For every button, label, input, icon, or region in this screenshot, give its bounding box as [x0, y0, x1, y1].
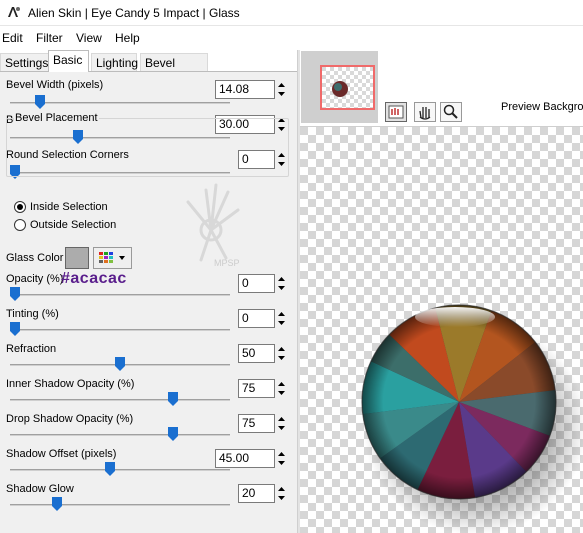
bevel-width-slider-thumb[interactable] — [35, 95, 46, 109]
svg-text:MPSP: MPSP — [214, 258, 240, 268]
radio-inside-label[interactable]: Inside Selection — [30, 201, 108, 213]
spin-up-icon[interactable] — [275, 379, 288, 388]
shadow-offset-label: Shadow Offset (pixels) — [6, 448, 117, 460]
opacity-label: Opacity (%) — [6, 273, 64, 285]
inner-shadow-opacity-slider-thumb[interactable] — [167, 392, 178, 406]
opacity-spinner[interactable] — [275, 274, 288, 293]
refraction-spinner[interactable] — [275, 344, 288, 363]
menu-filter[interactable]: Filter — [36, 31, 63, 45]
tab-basic[interactable]: Basic — [48, 50, 89, 72]
menu-bar: Edit Filter View Help — [0, 27, 583, 49]
inner-shadow-opacity-label: Inner Shadow Opacity (%) — [6, 378, 135, 390]
bevel-width-label: Bevel Width (pixels) — [6, 79, 104, 91]
drop-shadow-opacity-slider-thumb[interactable] — [167, 427, 178, 441]
refraction-label: Refraction — [6, 343, 57, 355]
magnify-icon — [443, 104, 458, 119]
drop-shadow-opacity-label: Drop Shadow Opacity (%) — [6, 413, 134, 425]
inner-shadow-opacity-spinner[interactable] — [275, 379, 288, 398]
app-icon — [6, 4, 22, 20]
pan-tool-button[interactable] — [414, 102, 436, 122]
bevel-placement-group — [6, 118, 289, 177]
menu-edit[interactable]: Edit — [2, 31, 23, 45]
spin-down-icon[interactable] — [275, 354, 288, 363]
spin-up-icon[interactable] — [275, 344, 288, 353]
bevel-placement-title: Bevel Placement — [14, 112, 99, 124]
shadow-glow-label: Shadow Glow — [6, 483, 74, 495]
shadow-offset-slider-track[interactable] — [10, 469, 230, 471]
color-grid-icon — [99, 252, 125, 263]
shadow-glow-slider-track[interactable] — [10, 504, 230, 506]
drop-shadow-opacity-slider-track[interactable] — [10, 434, 230, 436]
shadow-glow-input[interactable]: 20 — [238, 484, 275, 503]
spin-down-icon[interactable] — [275, 90, 288, 99]
shadow-glow-spinner[interactable] — [275, 484, 288, 503]
pan-hand-icon — [419, 107, 431, 120]
bevel-width-input[interactable]: 14.08 — [215, 80, 275, 99]
spin-down-icon[interactable] — [275, 389, 288, 398]
spin-up-icon[interactable] — [275, 414, 288, 423]
tinting-label: Tinting (%) — [6, 308, 59, 320]
tinting-slider-thumb[interactable] — [10, 322, 20, 336]
spin-down-icon[interactable] — [275, 494, 288, 503]
tab-settings[interactable]: Settings — [0, 53, 49, 72]
spin-up-icon[interactable] — [275, 484, 288, 493]
zoom-tool-button[interactable] — [440, 102, 462, 122]
settings-tabs: Settings Basic Lighting Bevel Profile — [0, 50, 298, 84]
tinting-spinner[interactable] — [275, 309, 288, 328]
drop-shadow-opacity-input[interactable]: 75 — [238, 414, 275, 433]
refraction-slider-thumb[interactable] — [115, 357, 125, 371]
radio-inside-selection[interactable] — [14, 201, 26, 213]
hand-watermark-icon: MPSP — [186, 183, 240, 268]
navigator-thumbnail[interactable] — [320, 65, 375, 110]
preview-background-label[interactable]: Preview Backgro — [501, 101, 583, 113]
spin-up-icon[interactable] — [275, 309, 288, 318]
menu-view[interactable]: View — [76, 31, 102, 45]
spin-down-icon[interactable] — [275, 284, 288, 293]
hand-eye-icon — [388, 105, 404, 119]
opacity-slider-thumb[interactable] — [10, 287, 20, 301]
drop-shadow-opacity-spinner[interactable] — [275, 414, 288, 433]
radio-outside-label[interactable]: Outside Selection — [30, 219, 116, 231]
shadow-glow-slider-thumb[interactable] — [52, 497, 62, 511]
compare-tool-button[interactable] — [385, 102, 407, 122]
menu-help[interactable]: Help — [115, 31, 140, 45]
shadow-offset-slider-thumb[interactable] — [104, 462, 115, 476]
shadow-offset-spinner[interactable] — [275, 449, 288, 468]
glass-color-label: Glass Color — [6, 252, 64, 264]
color-picker-button[interactable] — [93, 247, 132, 269]
chevron-down-icon — [119, 256, 125, 260]
spin-down-icon[interactable] — [275, 459, 288, 468]
inner-shadow-opacity-slider-track[interactable] — [10, 399, 230, 401]
refraction-input[interactable]: 50 — [238, 344, 275, 363]
shadow-offset-input[interactable]: 45.00 — [215, 449, 275, 468]
tab-bevel-profile[interactable]: Bevel Profile — [140, 53, 208, 84]
window-title: Alien Skin | Eye Candy 5 Impact | Glass — [28, 6, 240, 20]
opacity-input[interactable]: 0 — [238, 274, 275, 293]
spin-down-icon[interactable] — [275, 424, 288, 433]
tab-lighting[interactable]: Lighting — [91, 53, 138, 72]
inner-shadow-opacity-input[interactable]: 75 — [238, 379, 275, 398]
radio-outside-selection[interactable] — [14, 219, 26, 231]
spin-up-icon[interactable] — [275, 80, 288, 89]
glass-sphere-preview — [300, 127, 583, 533]
title-bar: Alien Skin | Eye Candy 5 Impact | Glass — [0, 0, 583, 26]
tinting-input[interactable]: 0 — [238, 309, 275, 328]
spin-up-icon[interactable] — [275, 274, 288, 283]
tinting-slider-track[interactable] — [10, 329, 230, 331]
spin-up-icon[interactable] — [275, 449, 288, 458]
spin-down-icon[interactable] — [275, 319, 288, 328]
glass-color-swatch[interactable] — [65, 247, 89, 269]
preview-canvas[interactable] — [300, 126, 583, 533]
glass-color-hex-annotation: #acacac — [61, 270, 127, 287]
bevel-width-spinner[interactable] — [275, 80, 288, 99]
opacity-slider-track[interactable] — [10, 294, 230, 296]
